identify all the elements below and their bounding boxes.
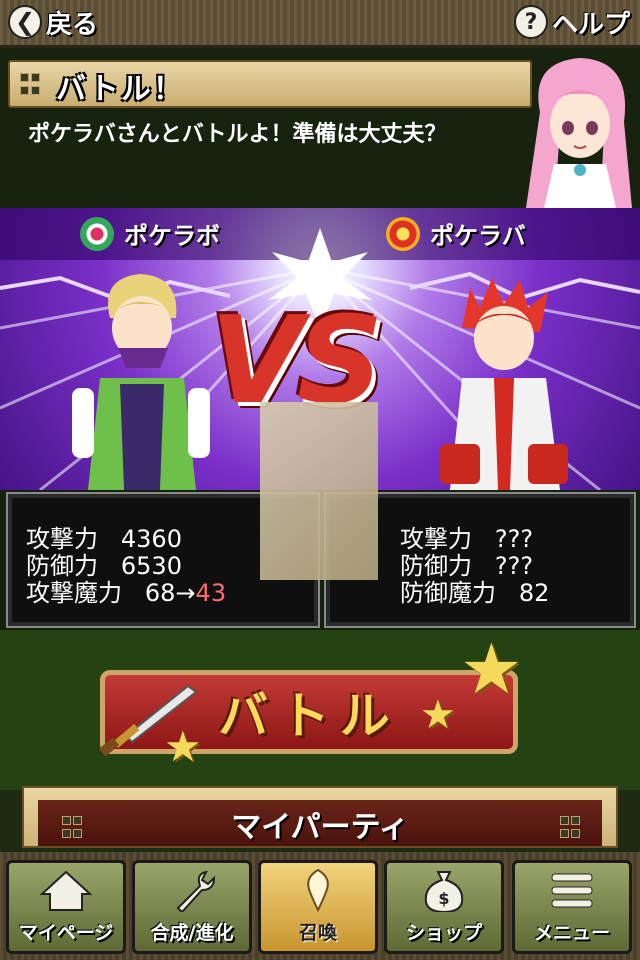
money-bag-icon: $ xyxy=(424,871,464,912)
opponent-name: ポケラバ xyxy=(430,222,526,250)
nav-menu[interactable]: メニュー xyxy=(512,860,632,954)
message-text: ポケラバさんとバトルよ！準備は大丈夫？ xyxy=(28,122,447,147)
home-icon xyxy=(40,870,92,911)
nav-fusion[interactable]: 合成/進化 xyxy=(132,860,252,954)
star-icon: ★ xyxy=(420,692,456,738)
my-party-label[interactable]: マイパーティ xyxy=(0,802,640,846)
menu-icon xyxy=(551,873,593,908)
back-arrow-icon: ❮ xyxy=(8,5,42,39)
back-button[interactable]: ❮ 戻る xyxy=(8,4,98,40)
opponent-defense-row: 防御力 ??? xyxy=(400,552,534,580)
summon-crest-icon xyxy=(307,868,329,912)
player-name-tag: ポケラボ xyxy=(80,216,220,251)
message-title: バトル！ xyxy=(56,72,185,107)
star-icon: ★ xyxy=(164,722,202,771)
player-name: ポケラボ xyxy=(124,222,220,250)
player-magic-row: 攻撃魔力 68→43 xyxy=(26,579,227,607)
opponent-magic-row: 防御魔力 82 xyxy=(400,579,550,607)
magic-modified-value: 43 xyxy=(195,579,227,607)
nav-mypage[interactable]: マイページ xyxy=(6,860,126,954)
knot-ornament-icon xyxy=(20,73,40,95)
battle-label: バトル xyxy=(218,687,400,745)
help-label: ヘルプ xyxy=(551,9,630,40)
nav-label: マイページ xyxy=(18,922,114,944)
nav-label: 合成/進化 xyxy=(150,922,234,944)
card-overlay xyxy=(260,402,378,580)
guide-character-portrait xyxy=(526,58,632,208)
help-icon: ? xyxy=(513,5,548,39)
player-defense-row: 防御力 6530 xyxy=(26,552,182,580)
nav-summon[interactable]: 召喚 xyxy=(258,860,378,954)
nav-label: ショップ xyxy=(405,922,482,944)
opponent-attack-row: 攻撃力 ??? xyxy=(400,525,534,553)
player-emblem-icon xyxy=(80,216,114,251)
nav-label: 召喚 xyxy=(298,922,337,944)
opponent-name-tag: ポケラバ xyxy=(386,216,526,251)
opponent-emblem-icon xyxy=(386,216,420,251)
help-button[interactable]: ? ヘルプ xyxy=(513,4,630,40)
back-label: 戻る xyxy=(46,9,99,40)
wrench-icon xyxy=(176,870,216,912)
nav-label: メニュー xyxy=(533,922,610,944)
player-attack-row: 攻撃力 4360 xyxy=(26,525,182,553)
star-icon: ★ xyxy=(460,628,523,710)
svg-text:$: $ xyxy=(438,889,449,908)
nav-shop[interactable]: $ ショップ xyxy=(384,860,504,954)
